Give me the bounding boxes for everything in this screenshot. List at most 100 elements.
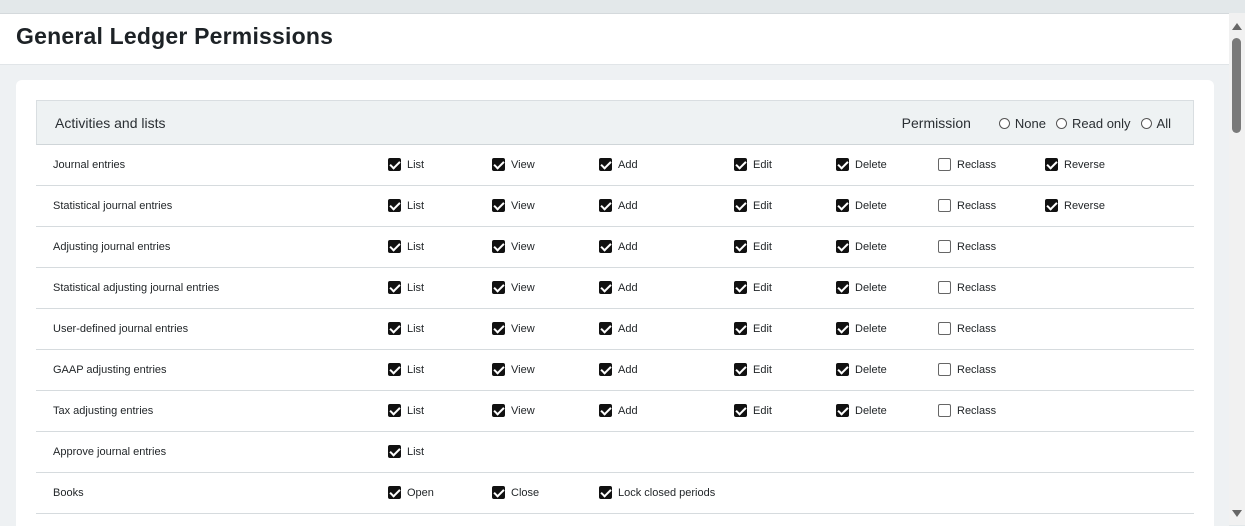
permission-checkbox-delete[interactable]: Delete (836, 280, 887, 294)
checkbox-checked-icon (1045, 198, 1058, 212)
permission-checkbox-list[interactable]: List (388, 403, 424, 417)
permission-checkbox-reclass[interactable]: Reclass (938, 321, 996, 335)
checkbox-label: Lock closed periods (618, 487, 716, 499)
checkbox-label: Edit (753, 405, 772, 417)
scroll-down-arrow-icon[interactable] (1232, 510, 1242, 517)
checkbox-checked-icon (734, 198, 747, 212)
checkbox-unchecked-icon (938, 239, 951, 253)
checkbox-label: Open (407, 487, 434, 499)
permission-checkbox-close[interactable]: Close (492, 485, 539, 499)
checkbox-label: Delete (855, 364, 887, 376)
permission-read-only-radio[interactable]: Read only (1056, 116, 1131, 131)
checkbox-checked-icon (599, 485, 612, 499)
row-label: Journal entries (53, 159, 126, 171)
scrollbar-thumb[interactable] (1232, 38, 1241, 133)
permission-checkbox-edit[interactable]: Edit (734, 321, 772, 335)
checkbox-checked-icon (836, 157, 849, 171)
permission-checkbox-delete[interactable]: Delete (836, 403, 887, 417)
checkbox-label: Edit (753, 200, 772, 212)
table-row: Adjusting journal entries List View Add Edit… (36, 227, 1194, 268)
row-label: Statistical journal entries (53, 200, 173, 212)
scroll-up-arrow-icon[interactable] (1232, 23, 1242, 30)
checkbox-checked-icon (388, 321, 401, 335)
checkbox-unchecked-icon (938, 198, 951, 212)
permission-checkbox-reverse[interactable]: Reverse (1045, 157, 1105, 171)
permission-checkbox-list[interactable]: List (388, 362, 424, 376)
checkbox-checked-icon (734, 157, 747, 171)
permission-checkbox-view[interactable]: View (492, 280, 535, 294)
vertical-scrollbar[interactable] (1229, 13, 1245, 525)
checkbox-label: List (407, 159, 425, 171)
row-label: Tax adjusting entries (53, 405, 154, 417)
checkbox-checked-icon (599, 239, 612, 253)
permission-none-radio[interactable]: None (998, 116, 1046, 131)
permission-checkbox-delete[interactable]: Delete (836, 198, 887, 212)
table-row: Journal entries List View Add Edit Delete Recl… (36, 145, 1194, 186)
permission-checkbox-delete[interactable]: Delete (836, 239, 887, 253)
permission-checkbox-add[interactable]: Add (599, 362, 638, 376)
permission-checkbox-view[interactable]: View (492, 403, 535, 417)
checkbox-label: Delete (855, 282, 887, 294)
checkbox-label: Delete (855, 200, 887, 212)
permission-checkbox-add[interactable]: Add (599, 403, 638, 417)
permission-checkbox-list[interactable]: List (388, 280, 424, 294)
permission-checkbox-view[interactable]: View (492, 362, 535, 376)
permission-checkbox-reclass[interactable]: Reclass (938, 280, 996, 294)
checkbox-checked-icon (734, 362, 747, 376)
checkbox-label: List (407, 323, 425, 335)
permission-checkbox-view[interactable]: View (492, 198, 535, 212)
permission-checkbox-view[interactable]: View (492, 157, 535, 171)
permission-checkbox-open[interactable]: Open (388, 485, 434, 499)
permission-checkbox-view[interactable]: View (492, 321, 535, 335)
permission-checkbox-reclass[interactable]: Reclass (938, 362, 996, 376)
permission-checkbox-reclass[interactable]: Reclass (938, 239, 996, 253)
permission-checkbox-list[interactable]: List (388, 239, 424, 253)
checkbox-label: Add (618, 200, 638, 212)
permission-checkbox-list[interactable]: List (388, 321, 424, 335)
permission-all-radio[interactable]: All (1140, 116, 1171, 131)
permission-checkbox-edit[interactable]: Edit (734, 280, 772, 294)
permission-checkbox-add[interactable]: Add (599, 280, 638, 294)
permission-checkbox-list[interactable]: List (388, 198, 424, 212)
permission-checkbox-edit[interactable]: Edit (734, 239, 772, 253)
checkbox-label: Reclass (957, 200, 997, 212)
checkbox-label: View (511, 282, 535, 294)
checkbox-checked-icon (836, 403, 849, 417)
permission-checkbox-add[interactable]: Add (599, 239, 638, 253)
radio-icon (1140, 117, 1152, 129)
checkbox-checked-icon (388, 157, 401, 171)
table-row: Books Open Close Lock closed periods (36, 473, 1194, 514)
permission-checkbox-reclass[interactable]: Reclass (938, 198, 996, 212)
permission-checkbox-reclass[interactable]: Reclass (938, 157, 996, 171)
permission-checkbox-add[interactable]: Add (599, 321, 638, 335)
checkbox-checked-icon (836, 362, 849, 376)
checkbox-unchecked-icon (938, 362, 951, 376)
permission-checkbox-edit[interactable]: Edit (734, 157, 772, 171)
radio-icon (1056, 117, 1067, 129)
permission-label: Permission (901, 115, 971, 131)
checkbox-label: List (407, 200, 425, 212)
permission-checkbox-edit[interactable]: Edit (734, 362, 772, 376)
permission-checkbox-edit[interactable]: Edit (734, 403, 772, 417)
checkbox-label: Edit (753, 323, 772, 335)
permission-checkbox-reverse[interactable]: Reverse (1045, 198, 1105, 212)
permission-checkbox-edit[interactable]: Edit (734, 198, 772, 212)
permission-checkbox-list[interactable]: List (388, 444, 424, 458)
checkbox-checked-icon (388, 198, 401, 212)
permission-checkbox-reclass[interactable]: Reclass (938, 403, 996, 417)
checkbox-label: Add (618, 323, 638, 335)
radio-label-read-only: Read only (1072, 115, 1131, 131)
page-title: General Ledger Permissions (16, 23, 334, 49)
checkbox-checked-icon (492, 321, 505, 335)
permission-checkbox-delete[interactable]: Delete (836, 157, 887, 171)
permission-checkbox-lock-closed-periods[interactable]: Lock closed periods (599, 485, 715, 499)
checkbox-label: List (407, 241, 425, 253)
permission-checkbox-add[interactable]: Add (599, 198, 638, 212)
permission-checkbox-list[interactable]: List (388, 157, 424, 171)
permission-checkbox-delete[interactable]: Delete (836, 321, 887, 335)
permission-checkbox-add[interactable]: Add (599, 157, 638, 171)
permission-checkbox-delete[interactable]: Delete (836, 362, 887, 376)
checkbox-checked-icon (388, 485, 401, 499)
checkbox-label: View (511, 405, 535, 417)
permission-checkbox-view[interactable]: View (492, 239, 535, 253)
